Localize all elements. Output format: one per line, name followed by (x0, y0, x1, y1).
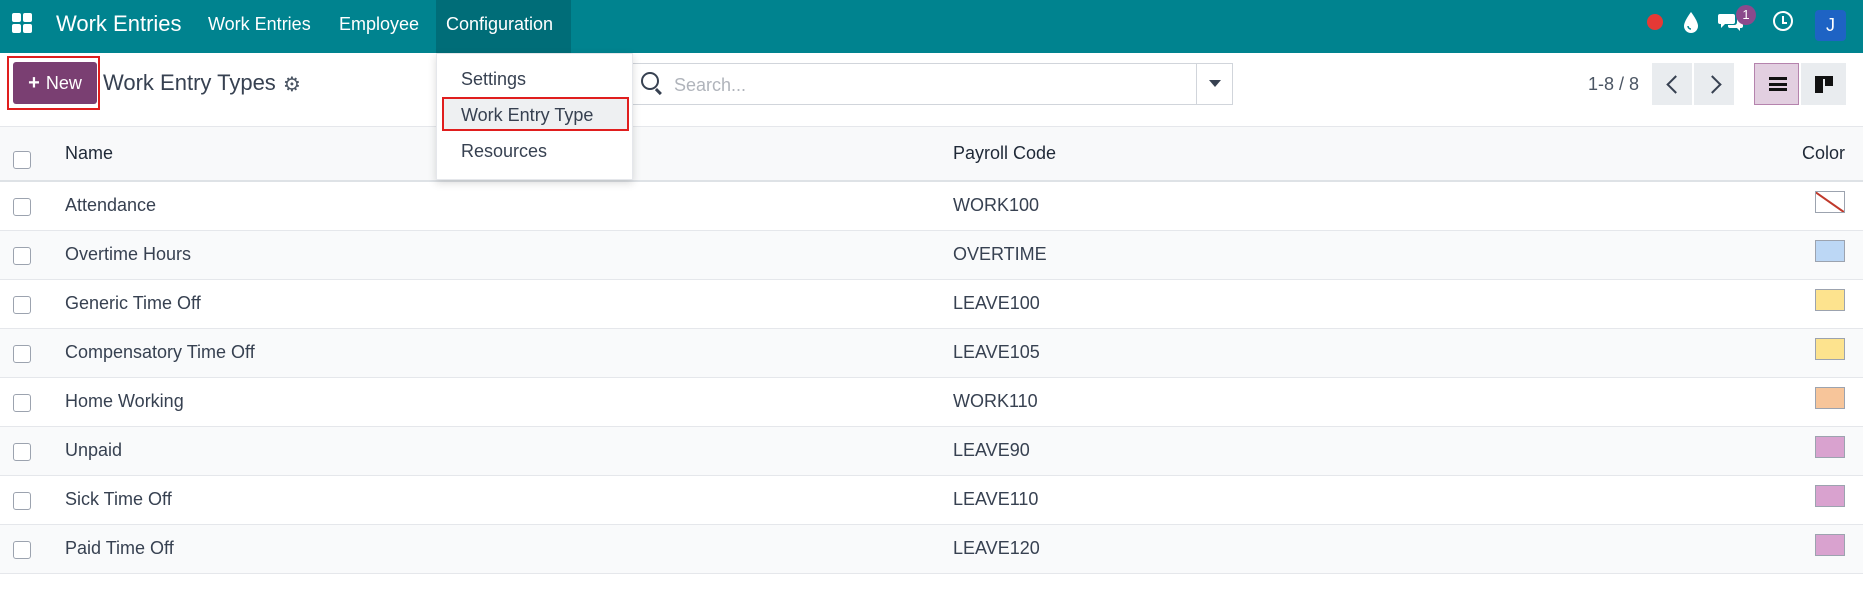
color-swatch[interactable] (1815, 387, 1845, 409)
cell-payroll-code: OVERTIME (953, 244, 1047, 264)
list-view-button[interactable] (1754, 63, 1799, 105)
chevron-left-icon (1666, 75, 1685, 94)
cell-name: Generic Time Off (65, 293, 201, 313)
pager-next-button[interactable] (1694, 63, 1734, 105)
apps-menu-icon[interactable] (12, 13, 32, 33)
table-row[interactable]: Unpaid LEAVE90 (0, 427, 1863, 476)
header-color[interactable]: Color (1802, 143, 1845, 164)
table-row[interactable]: Sick Time Off LEAVE110 (0, 476, 1863, 525)
kanban-view-icon (1815, 76, 1833, 93)
user-avatar[interactable]: J (1815, 10, 1846, 41)
header-name[interactable]: Name (65, 143, 113, 164)
color-swatch[interactable] (1815, 485, 1845, 507)
pager-previous-button[interactable] (1652, 63, 1692, 105)
cell-payroll-code: LEAVE105 (953, 342, 1040, 362)
dropdown-item-settings[interactable]: Settings (461, 69, 526, 90)
color-swatch[interactable] (1815, 534, 1845, 556)
new-button[interactable]: + New (13, 62, 97, 104)
search-input[interactable] (672, 70, 1196, 100)
chevron-right-icon (1703, 75, 1722, 94)
cell-name: Paid Time Off (65, 538, 174, 558)
row-checkbox[interactable] (13, 443, 31, 461)
cell-payroll-code: LEAVE100 (953, 293, 1040, 313)
cell-name: Attendance (65, 195, 157, 215)
table-header (0, 126, 1863, 182)
activity-clock-icon[interactable] (1773, 11, 1793, 31)
color-swatch[interactable] (1815, 240, 1845, 262)
dropdown-item-work-entry-type[interactable]: Work Entry Type (461, 105, 593, 126)
page-title: Work Entry Types (103, 70, 276, 95)
dropdown-item-resources[interactable]: Resources (461, 141, 547, 162)
cell-name: Home Working (65, 391, 184, 411)
color-swatch[interactable] (1815, 436, 1845, 458)
row-checkbox[interactable] (13, 198, 31, 216)
row-checkbox[interactable] (13, 394, 31, 412)
table-row[interactable]: Overtime Hours OVERTIME (0, 231, 1863, 280)
color-swatch[interactable] (1815, 289, 1845, 311)
search-icon (641, 72, 659, 90)
table-row[interactable]: Home Working WORK110 (0, 378, 1863, 427)
menu-employee[interactable]: Employee (339, 14, 419, 35)
kanban-view-button[interactable] (1801, 63, 1846, 105)
cell-payroll-code: WORK100 (953, 195, 1040, 215)
plus-icon: + (28, 71, 40, 94)
app-title[interactable]: Work Entries (56, 11, 182, 37)
row-checkbox[interactable] (13, 345, 31, 363)
configuration-dropdown: Settings Work Entry Type Resources (436, 53, 633, 180)
row-checkbox[interactable] (13, 492, 31, 510)
table-row[interactable]: Compensatory Time Off LEAVE105 (0, 329, 1863, 378)
header-payroll-code[interactable]: Payroll Code (953, 143, 1056, 164)
cell-payroll-code: WORK110 (953, 391, 1038, 411)
table-row[interactable]: Generic Time Off LEAVE100 (0, 280, 1863, 329)
row-checkbox[interactable] (13, 296, 31, 314)
gear-icon[interactable]: ⚙ (283, 72, 301, 97)
color-swatch[interactable] (1815, 191, 1845, 213)
table-row[interactable]: Attendance WORK100 (0, 182, 1863, 231)
color-swatch[interactable] (1815, 338, 1845, 360)
select-all-checkbox[interactable] (13, 151, 31, 169)
chat-badge: 1 (1736, 5, 1756, 25)
menu-work-entries[interactable]: Work Entries (208, 14, 311, 35)
pager-value[interactable]: 1-8 / 8 (1588, 74, 1639, 95)
water-drop-icon[interactable] (1682, 11, 1700, 35)
cell-name: Compensatory Time Off (65, 342, 255, 362)
cell-name: Sick Time Off (65, 489, 172, 509)
menu-configuration[interactable]: Configuration (446, 14, 553, 35)
cell-payroll-code: LEAVE90 (953, 440, 1030, 460)
cell-name: Overtime Hours (65, 244, 192, 264)
cell-name: Unpaid (65, 440, 123, 460)
search-options-toggle[interactable] (1196, 63, 1233, 105)
cell-payroll-code: LEAVE120 (953, 538, 1040, 558)
table-row[interactable]: Paid Time Off LEAVE120 (0, 525, 1863, 574)
list-view-icon (1769, 77, 1787, 93)
recording-indicator-icon[interactable] (1647, 14, 1663, 30)
new-button-label: New (45, 72, 82, 93)
row-checkbox[interactable] (13, 541, 31, 559)
row-checkbox[interactable] (13, 247, 31, 265)
cell-payroll-code: LEAVE110 (953, 489, 1039, 509)
top-navbar: Work Entries Work Entries Employee Confi… (0, 0, 1863, 53)
